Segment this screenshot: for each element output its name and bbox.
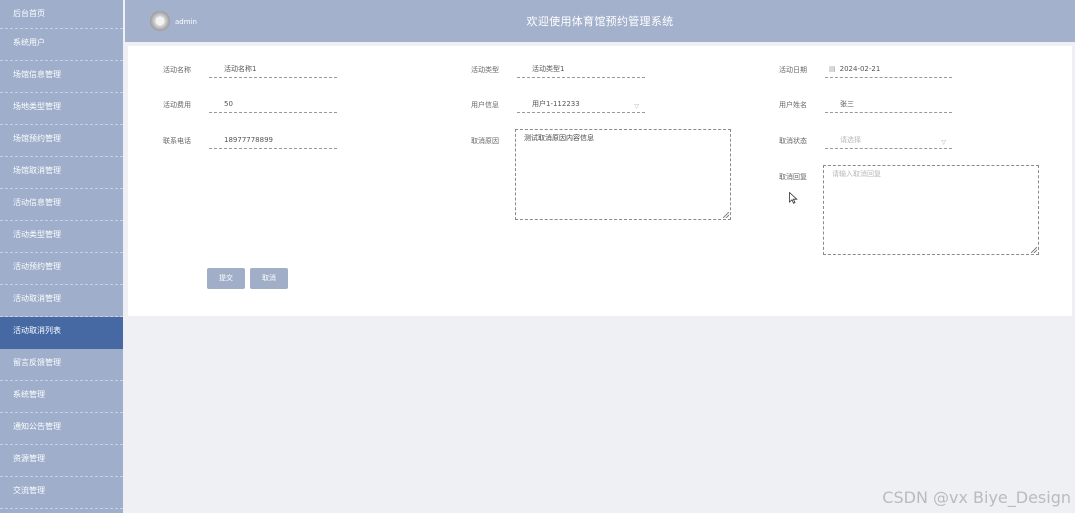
sidebar-item-resource[interactable]: 资源管理 [0, 445, 123, 477]
activity-fee-field[interactable]: 50 [209, 97, 337, 113]
cancel-reply-placeholder: 请输入取消回复 [832, 170, 881, 178]
activity-date-value: 2024-02-21 [839, 65, 881, 73]
activity-type-field[interactable]: 活动类型1 [517, 62, 645, 78]
activity-fee-label: 活动费用 [163, 101, 191, 109]
activity-name-label: 活动名称 [163, 66, 191, 74]
sidebar-item-venue-type[interactable]: 场地类型管理 [0, 93, 123, 125]
sidebar-item-activity-booking[interactable]: 活动预约管理 [0, 253, 123, 285]
activity-date-label: 活动日期 [779, 66, 807, 74]
sidebar-item-exchange[interactable]: 交流管理 [0, 477, 123, 509]
sidebar-item-activity-info[interactable]: 活动信息管理 [0, 189, 123, 221]
activity-type-label: 活动类型 [471, 66, 499, 74]
sidebar-item-activity-cancel-list[interactable]: 活动取消列表 [0, 317, 123, 349]
watermark-text: CSDN @vx Biye_Design [882, 488, 1071, 507]
cancel-reason-value: 测试取消原因内容信息 [524, 134, 594, 142]
calendar-icon: ▤ [829, 65, 836, 73]
sidebar-item-notice[interactable]: 通知公告管理 [0, 413, 123, 445]
resize-grip-icon[interactable] [1031, 247, 1037, 253]
cancel-reply-textarea[interactable]: 请输入取消回复 [823, 165, 1039, 255]
user-name-field[interactable]: 张三 [825, 97, 952, 113]
sidebar-item-system-manage[interactable]: 系统管理 [0, 381, 123, 413]
cancel-reason-label: 取消原因 [471, 137, 499, 145]
sidebar-item-home[interactable]: 后台首页 [0, 0, 123, 29]
cancel-button[interactable]: 取消 [250, 268, 288, 289]
sidebar-item-feedback[interactable]: 留言反馈管理 [0, 349, 123, 381]
sidebar-item-activity-type[interactable]: 活动类型管理 [0, 221, 123, 253]
phone-field[interactable]: 18977778899 [209, 133, 337, 149]
cancel-reason-textarea[interactable]: 测试取消原因内容信息 [515, 129, 731, 220]
activity-date-field[interactable]: ▤ 2024-02-21 [825, 62, 952, 78]
user-info-label: 用户信息 [471, 101, 499, 109]
user-info-value: 用户1-112233 [532, 100, 580, 108]
submit-button[interactable]: 提交 [207, 268, 245, 289]
mouse-cursor-icon [789, 192, 798, 204]
user-name-label: 用户姓名 [779, 101, 807, 109]
chevron-down-icon: ▽ [941, 139, 946, 146]
sidebar: 后台首页 系统用户 场馆信息管理 场地类型管理 场馆预约管理 场馆取消管理 活动… [0, 0, 123, 513]
resize-grip-icon[interactable] [723, 212, 729, 218]
cancel-status-label: 取消状态 [779, 137, 807, 145]
sidebar-item-venue-booking[interactable]: 场馆预约管理 [0, 125, 123, 157]
sidebar-item-activity-cancel[interactable]: 活动取消管理 [0, 285, 123, 317]
cancel-form-panel: 活动名称 活动名称1 活动类型 活动类型1 活动日期 ▤ 2024-02-21 活… [128, 46, 1072, 316]
user-info-select[interactable]: 用户1-112233 ▽ [517, 97, 645, 113]
chevron-down-icon: ▽ [634, 103, 639, 110]
cancel-reply-label: 取消回复 [779, 173, 807, 181]
sidebar-item-system-users[interactable]: 系统用户 [0, 29, 123, 61]
sidebar-item-venue-cancel[interactable]: 场馆取消管理 [0, 157, 123, 189]
phone-label: 联系电话 [163, 137, 191, 145]
top-header: admin 欢迎使用体育馆预约管理系统 [125, 0, 1075, 42]
activity-name-field[interactable]: 活动名称1 [209, 62, 337, 78]
cancel-status-select[interactable]: 请选择 ▽ [825, 133, 952, 149]
sidebar-item-venue-info[interactable]: 场馆信息管理 [0, 61, 123, 93]
page-title: 欢迎使用体育馆预约管理系统 [526, 15, 674, 28]
cancel-status-placeholder: 请选择 [840, 136, 861, 144]
